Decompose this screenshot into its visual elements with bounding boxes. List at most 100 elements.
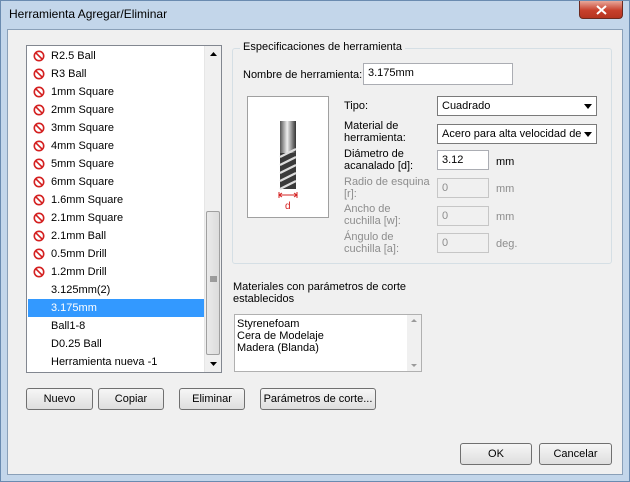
dialog-client-area: R2.5 Ball R3 Ball 1mm Square 2mm Square 3mm … xyxy=(7,29,623,475)
tool-list-item[interactable]: 2mm Square xyxy=(28,101,204,119)
prohibited-icon xyxy=(33,122,45,134)
materials-list-item[interactable]: Cera de Modelaje xyxy=(237,330,324,342)
cutting-params-button[interactable]: Parámetros de corte... xyxy=(260,388,376,410)
end-mill-icon: d xyxy=(278,121,298,212)
tool-list-item[interactable]: 5mm Square xyxy=(28,155,204,173)
copy-button[interactable]: Copiar xyxy=(98,388,164,410)
scroll-thumb[interactable] xyxy=(206,211,220,355)
tool-spec-group-title: Especificaciones de herramienta xyxy=(240,41,405,53)
tool-list-item-label: 3.125mm(2) xyxy=(51,284,111,296)
tool-list-item-label: 5mm Square xyxy=(51,158,114,170)
materials-scrollbar[interactable] xyxy=(407,315,421,371)
blade-width-input[interactable]: 0 xyxy=(437,206,489,226)
diameter-diagram-label: d xyxy=(285,201,291,212)
scroll-up-arrow[interactable] xyxy=(205,46,221,63)
tool-list[interactable]: R2.5 Ball R3 Ball 1mm Square 2mm Square 3mm … xyxy=(26,45,222,373)
blade-angle-label-line2: cuchilla [a]: xyxy=(344,243,400,255)
tool-list-item-label: 1.2mm Drill xyxy=(51,266,107,278)
corner-radius-label-line2: [r]: xyxy=(344,188,357,200)
prohibited-icon xyxy=(33,158,45,170)
diameter-label-line1: Diámetro de xyxy=(344,148,404,160)
tool-list-item-label: 1.6mm Square xyxy=(51,194,124,206)
tool-list-item-label: R3 Ball xyxy=(51,68,87,80)
prohibited-icon xyxy=(33,68,45,80)
materials-heading-line1: Materiales con parámetros de corte xyxy=(233,281,407,293)
corner-radius-label-line1: Radio de esquina xyxy=(344,176,430,188)
tool-list-item[interactable]: 3.175mm xyxy=(28,299,204,317)
tool-list-item-label: 2mm Square xyxy=(51,104,114,116)
prohibited-icon xyxy=(33,230,45,242)
materials-list-item[interactable]: Madera (Blanda) xyxy=(237,342,319,354)
prohibited-icon xyxy=(33,212,45,224)
chevron-down-icon xyxy=(584,104,592,109)
tool-list-item[interactable]: 0.5mm Drill xyxy=(28,245,204,263)
dialog-window: Herramienta Agregar/Eliminar R2.5 Ball R3… xyxy=(0,0,630,482)
diameter-input[interactable]: 3.12 xyxy=(437,150,489,170)
tool-list-item[interactable]: R2.5 Ball xyxy=(28,47,204,65)
chevron-down-icon xyxy=(584,132,592,137)
tool-list-item[interactable]: 1mm Square xyxy=(28,83,204,101)
blade-width-label-line2: cuchilla [w]: xyxy=(344,215,401,227)
tool-name-label: Nombre de herramienta: xyxy=(243,69,363,81)
tool-list-item[interactable]: 4mm Square xyxy=(28,137,204,155)
tool-list-item[interactable]: 6mm Square xyxy=(28,173,204,191)
tool-list-item-label: 1mm Square xyxy=(51,86,114,98)
cancel-button[interactable]: Cancelar xyxy=(539,443,612,465)
prohibited-icon xyxy=(33,50,45,62)
tool-list-item[interactable]: 3.125mm(2) xyxy=(28,281,204,299)
new-button[interactable]: Nuevo xyxy=(26,388,93,410)
blade-angle-unit: deg. xyxy=(496,238,518,250)
tool-list-item[interactable]: 1.6mm Square xyxy=(28,191,204,209)
tool-list-item[interactable]: Ball1-8 xyxy=(28,317,204,335)
tool-diagram: d xyxy=(247,96,329,218)
tool-list-item[interactable]: 2.1mm Ball xyxy=(28,227,204,245)
window-title: Herramienta Agregar/Eliminar xyxy=(9,7,168,21)
chevron-down-icon xyxy=(210,362,217,366)
prohibited-icon xyxy=(33,140,45,152)
prohibited-icon xyxy=(33,86,45,98)
material-label-line1: Material de xyxy=(344,120,399,132)
diameter-unit: mm xyxy=(496,156,515,168)
prohibited-icon xyxy=(33,266,45,278)
prohibited-icon xyxy=(33,194,45,206)
blade-width-unit: mm xyxy=(496,211,515,223)
material-select[interactable]: Acero para alta velocidad de xyxy=(437,124,597,144)
blade-angle-label-line1: Ángulo de xyxy=(344,231,394,243)
tool-list-item-label: 3.175mm xyxy=(51,302,97,314)
scroll-down-arrow[interactable] xyxy=(205,355,221,372)
diameter-label-line2: acanalado [d]: xyxy=(344,160,414,172)
blade-angle-input[interactable]: 0 xyxy=(437,233,489,253)
prohibited-icon xyxy=(33,104,45,116)
tool-list-item[interactable]: D0.25 Ball xyxy=(28,335,204,353)
tool-list-item-label: 2.1mm Square xyxy=(51,212,124,224)
title-bar[interactable]: Herramienta Agregar/Eliminar xyxy=(1,1,629,27)
prohibited-icon xyxy=(33,176,45,188)
chevron-up-icon xyxy=(210,52,217,56)
tool-list-item[interactable]: 2.1mm Square xyxy=(28,209,204,227)
tool-list-item[interactable]: 1.2mm Drill xyxy=(28,263,204,281)
delete-button[interactable]: Eliminar xyxy=(179,388,245,410)
tool-name-input[interactable]: 3.175mm xyxy=(363,63,513,85)
prohibited-icon xyxy=(33,248,45,260)
chevron-up-icon xyxy=(411,319,417,322)
close-button[interactable] xyxy=(579,1,623,19)
chevron-down-icon xyxy=(411,364,417,367)
grip-icon xyxy=(210,276,217,282)
tool-list-item[interactable]: Herramienta nueva -1 xyxy=(28,353,204,371)
tool-list-item[interactable]: 3mm Square xyxy=(28,119,204,137)
tool-list-scrollbar[interactable] xyxy=(204,46,221,372)
type-select[interactable]: Cuadrado xyxy=(437,96,597,116)
corner-radius-input[interactable]: 0 xyxy=(437,178,489,198)
ok-button[interactable]: OK xyxy=(460,443,532,465)
close-icon xyxy=(596,5,607,15)
materials-list[interactable]: Styrenefoam Cera de Modelaje Madera (Bla… xyxy=(234,314,422,372)
tool-list-item[interactable]: R3 Ball xyxy=(28,65,204,83)
blade-width-label-line1: Ancho de xyxy=(344,203,391,215)
material-select-value: Acero para alta velocidad de xyxy=(442,128,582,140)
corner-radius-unit: mm xyxy=(496,183,515,195)
tool-list-item-label: 2.1mm Ball xyxy=(51,230,107,242)
tool-list-item-label: R2.5 Ball xyxy=(51,50,96,62)
tool-list-item-label: 6mm Square xyxy=(51,176,114,188)
materials-list-item[interactable]: Styrenefoam xyxy=(237,318,299,330)
tool-list-item-label: 3mm Square xyxy=(51,122,114,134)
